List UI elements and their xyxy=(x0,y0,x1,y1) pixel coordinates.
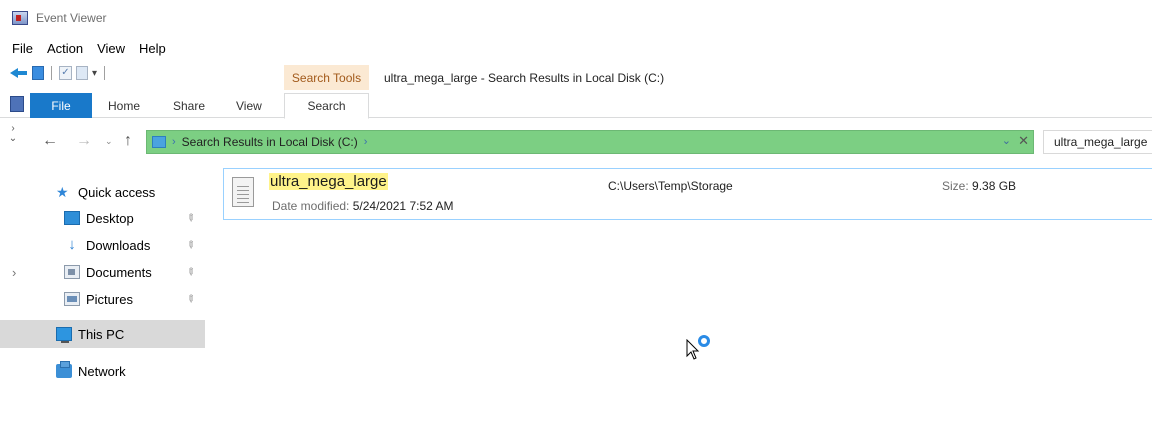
pin-icon: ✎ xyxy=(183,238,198,252)
customize-dropdown-icon[interactable]: ▾ xyxy=(92,68,97,79)
event-viewer-titlebar: Event Viewer xyxy=(0,0,1152,36)
sidebar-item-desktop[interactable]: Desktop ✎ xyxy=(0,205,205,231)
explorer-app-icon[interactable] xyxy=(10,96,24,112)
download-arrow-icon: ↓ xyxy=(68,236,76,253)
up-button[interactable]: ↑ xyxy=(124,132,132,150)
address-bar[interactable]: › Search Results in Local Disk (C:) › ⌄ … xyxy=(146,130,1034,154)
result-filename[interactable]: ultra_mega_large xyxy=(269,173,388,190)
pin-icon: ✎ xyxy=(183,211,198,225)
sidebar-item-this-pc[interactable]: This PC xyxy=(0,320,205,348)
desktop-icon xyxy=(64,211,80,225)
menu-help[interactable]: Help xyxy=(139,41,166,56)
pictures-icon xyxy=(64,292,80,306)
sidebar-item-label: Downloads xyxy=(86,237,151,253)
folder-properties-icon[interactable] xyxy=(32,66,44,80)
tab-search[interactable]: Search xyxy=(284,93,369,119)
forward-button[interactable]: → xyxy=(76,132,92,150)
ribbon-expand-icon[interactable]: › ⌄ xyxy=(8,124,18,144)
sidebar-item-network[interactable]: Network xyxy=(0,358,205,384)
tab-home[interactable]: Home xyxy=(108,93,140,118)
tab-share[interactable]: Share xyxy=(173,93,205,118)
toolbar-divider xyxy=(104,66,106,80)
search-result-item[interactable]: ultra_mega_large Date modified: 5/24/202… xyxy=(223,168,1152,220)
sidebar-item-quick-access[interactable]: ★ Quick access xyxy=(0,179,205,205)
documents-icon xyxy=(64,265,80,279)
checkmark-icon[interactable]: ✓ xyxy=(59,66,72,80)
size-label: Size: xyxy=(942,179,969,193)
result-date: Date modified: 5/24/2021 7:52 AM xyxy=(272,199,453,213)
menu-view[interactable]: View xyxy=(97,41,125,56)
sidebar-item-label: Quick access xyxy=(78,184,156,200)
busy-cursor-icon xyxy=(686,335,714,363)
explorer-window-title: ultra_mega_large - Search Results in Loc… xyxy=(384,70,665,85)
navigation-pane: ★ Quick access Desktop ✎ ↓ Downloads ✎ ›… xyxy=(0,162,205,445)
breadcrumb-search-results[interactable]: Search Results in Local Disk (C:) xyxy=(182,135,358,149)
sidebar-item-documents[interactable]: › Documents ✎ xyxy=(0,259,205,285)
new-folder-icon[interactable] xyxy=(76,66,88,80)
recent-locations-icon[interactable]: ⌄ xyxy=(105,136,113,147)
loading-ring-icon xyxy=(698,335,710,347)
sidebar-item-downloads[interactable]: ↓ Downloads ✎ xyxy=(0,232,205,258)
sidebar-item-pictures[interactable]: Pictures ✎ xyxy=(0,286,205,312)
event-viewer-app-icon xyxy=(12,11,28,25)
size-value: 9.38 GB xyxy=(972,179,1017,193)
search-input[interactable]: ultra_mega_large xyxy=(1043,130,1152,154)
search-tools-group-label: Search Tools xyxy=(284,65,369,90)
date-value: 5/24/2021 7:52 AM xyxy=(352,199,454,213)
breadcrumb-separator[interactable]: › xyxy=(364,136,368,148)
tab-view[interactable]: View xyxy=(236,93,262,118)
back-arrow-icon[interactable] xyxy=(10,66,28,80)
network-icon xyxy=(56,361,72,378)
star-icon: ★ xyxy=(56,184,69,200)
search-folder-icon xyxy=(152,136,166,148)
chevron-right-icon[interactable]: › xyxy=(12,265,16,280)
sidebar-item-label: This PC xyxy=(78,326,125,342)
text-file-icon xyxy=(232,177,254,207)
navigation-row: › ⌄ ← → ⌄ ↑ › Search Results in Local Dis… xyxy=(0,118,1152,162)
back-button[interactable]: ← xyxy=(42,132,58,150)
menu-action[interactable]: Action xyxy=(47,41,83,56)
sidebar-item-label: Pictures xyxy=(86,291,133,307)
tab-file[interactable]: File xyxy=(30,93,92,118)
toolbar-divider xyxy=(51,66,52,80)
pin-icon: ✎ xyxy=(183,292,198,306)
sidebar-item-label: Network xyxy=(78,363,126,379)
app-title: Event Viewer xyxy=(36,11,107,25)
menu-file[interactable]: File xyxy=(12,41,33,56)
breadcrumb-separator: › xyxy=(172,136,176,148)
close-icon[interactable]: ✕ xyxy=(1018,133,1029,149)
menu-bar: File Action View Help xyxy=(0,37,180,59)
result-folder-path: C:\Users\Temp\Storage xyxy=(608,179,733,193)
pin-icon: ✎ xyxy=(183,265,198,279)
ribbon-tabs: File Home Share View Search xyxy=(0,90,1152,119)
sidebar-item-label: Documents xyxy=(86,264,152,280)
computer-icon xyxy=(56,327,72,343)
date-label: Date modified: xyxy=(272,199,350,213)
result-size: Size: 9.38 GB xyxy=(942,179,1016,193)
sidebar-item-label: Desktop xyxy=(86,210,134,226)
address-dropdown-icon[interactable]: ⌄ xyxy=(1002,134,1011,147)
